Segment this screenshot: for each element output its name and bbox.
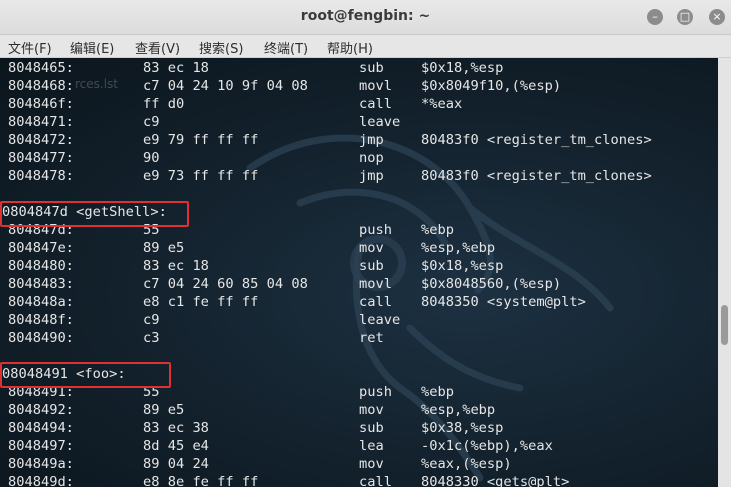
asm-mnemonic: leave (359, 114, 401, 130)
scrollbar-thumb[interactable] (721, 305, 728, 345)
asm-bytes: e9 73 ff ff ff (143, 168, 259, 184)
asm-operands: %ebp (421, 384, 454, 400)
asm-bytes: e8 8e fe ff ff (143, 474, 259, 487)
menu-bar: 文件(F) 编辑(E) 查看(V) 搜索(S) 终端(T) 帮助(H) (0, 35, 731, 58)
asm-bytes: 8d 45 e4 (143, 438, 209, 454)
asm-bytes: e9 79 ff ff ff (143, 132, 259, 148)
asm-address: 8048472: (8, 132, 74, 148)
asm-bytes: 89 e5 (143, 402, 185, 418)
window-title: root@fengbin: ~ (300, 8, 431, 24)
menu-edit[interactable]: 编辑(E) (70, 38, 114, 57)
asm-operands: 80483f0 <register_tm_clones> (421, 168, 652, 184)
asm-address: 804849d: (8, 474, 74, 487)
asm-mnemonic: jmp (359, 132, 384, 148)
asm-operands: -0x1c(%ebp),%eax (421, 438, 553, 454)
asm-mnemonic: push (359, 384, 392, 400)
asm-bytes: c9 (143, 312, 160, 328)
asm-mnemonic: nop (359, 150, 384, 166)
asm-address: 8048494: (8, 420, 74, 436)
asm-address: 8048480: (8, 258, 74, 274)
terminal-window: root@fengbin: ~ – □ × 文件(F) 编辑(E) 查看(V) … (0, 0, 731, 487)
asm-operands: 8048330 <gets@plt> (421, 474, 570, 487)
asm-address: 8048477: (8, 150, 74, 166)
asm-mnemonic: movl (359, 276, 392, 292)
asm-address: 804846f: (8, 96, 74, 112)
asm-address: 804848a: (8, 294, 74, 310)
asm-bytes: e8 c1 fe ff ff (143, 294, 259, 310)
asm-mnemonic: call (359, 474, 392, 487)
asm-bytes: 83 ec 18 (143, 60, 209, 76)
asm-bytes: 89 04 24 (143, 456, 209, 472)
highlight-box-getshell (0, 201, 189, 227)
asm-operands: %eax,(%esp) (421, 456, 512, 472)
close-button[interactable]: × (709, 9, 725, 25)
asm-bytes: ff d0 (143, 96, 185, 112)
ghost-text: rces.lst (75, 77, 119, 91)
asm-bytes: 83 ec 18 (143, 258, 209, 274)
asm-address: 8048497: (8, 438, 74, 454)
menu-help[interactable]: 帮助(H) (327, 38, 373, 57)
asm-bytes: c3 (143, 330, 160, 346)
asm-mnemonic: jmp (359, 168, 384, 184)
asm-mnemonic: movl (359, 78, 392, 94)
asm-operands: %esp,%ebp (421, 402, 496, 418)
asm-bytes: 89 e5 (143, 240, 185, 256)
asm-mnemonic: call (359, 294, 392, 310)
asm-address: 8048465: (8, 60, 74, 76)
asm-address: 8048471: (8, 114, 74, 130)
asm-address: 8048490: (8, 330, 74, 346)
asm-address: 804849a: (8, 456, 74, 472)
menu-view[interactable]: 查看(V) (135, 38, 180, 57)
asm-address: 8048492: (8, 402, 74, 418)
asm-operands: $0x8049f10,(%esp) (421, 78, 562, 94)
asm-mnemonic: leave (359, 312, 401, 328)
menu-terminal[interactable]: 终端(T) (264, 38, 308, 57)
asm-operands: %esp,%ebp (421, 240, 496, 256)
asm-bytes: 83 ec 38 (143, 420, 209, 436)
asm-bytes: 90 (143, 150, 160, 166)
asm-operands: $0x18,%esp (421, 60, 504, 76)
asm-mnemonic: push (359, 222, 392, 238)
highlight-box-foo (0, 362, 171, 388)
terminal-output[interactable]: rces.lst 8048465: 83 ec 18 sub $0x18,%esp 8… (0, 58, 718, 487)
minimize-button[interactable]: – (647, 9, 663, 25)
asm-bytes: c7 04 24 10 9f 04 08 (143, 78, 308, 94)
asm-mnemonic: mov (359, 456, 384, 472)
asm-operands: 8048350 <system@plt> (421, 294, 586, 310)
title-bar[interactable]: root@fengbin: ~ – □ × (0, 0, 731, 35)
asm-mnemonic: sub (359, 60, 384, 76)
asm-mnemonic: sub (359, 420, 384, 436)
asm-operands: %ebp (421, 222, 454, 238)
asm-address: 8048468: (8, 78, 74, 94)
asm-operands: $0x18,%esp (421, 258, 504, 274)
asm-operands: *%eax (421, 96, 463, 112)
asm-address: 804848f: (8, 312, 74, 328)
menu-file[interactable]: 文件(F) (8, 38, 52, 57)
asm-address: 8048483: (8, 276, 74, 292)
asm-mnemonic: call (359, 96, 392, 112)
asm-bytes: c9 (143, 114, 160, 130)
maximize-button[interactable]: □ (677, 9, 693, 25)
asm-address: 8048478: (8, 168, 74, 184)
menu-search[interactable]: 搜索(S) (199, 38, 243, 57)
asm-mnemonic: mov (359, 402, 384, 418)
asm-mnemonic: sub (359, 258, 384, 274)
asm-mnemonic: ret (359, 330, 384, 346)
asm-mnemonic: lea (359, 438, 384, 454)
asm-operands: $0x38,%esp (421, 420, 504, 436)
asm-mnemonic: mov (359, 240, 384, 256)
asm-address: 804847e: (8, 240, 74, 256)
scrollbar[interactable] (718, 58, 731, 487)
asm-bytes: c7 04 24 60 85 04 08 (143, 276, 308, 292)
asm-operands: 80483f0 <register_tm_clones> (421, 132, 652, 148)
asm-operands: $0x8048560,(%esp) (421, 276, 562, 292)
